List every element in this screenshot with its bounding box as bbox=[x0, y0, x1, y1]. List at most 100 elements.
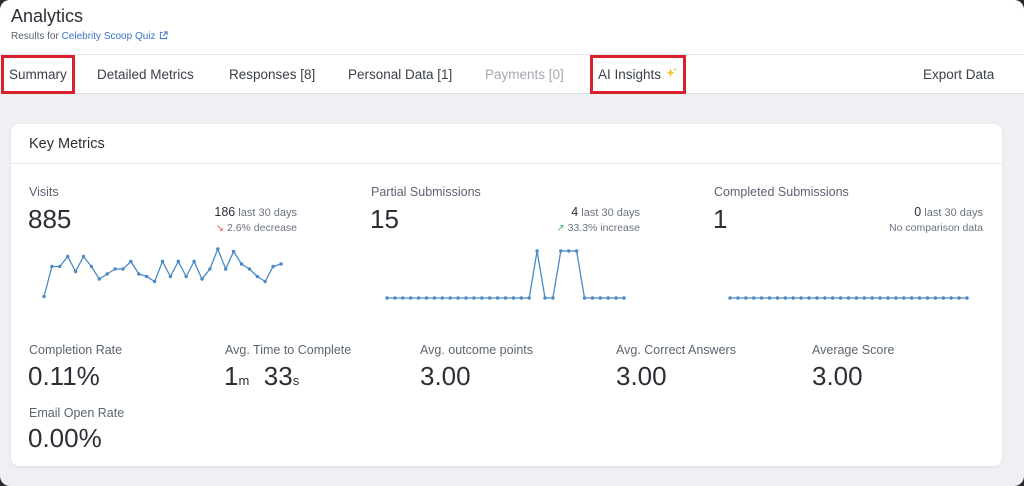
analytics-window: Analytics Results for Celebrity Scoop Qu… bbox=[0, 0, 1024, 486]
completed-comparison: 0 last 30 days bbox=[914, 205, 983, 219]
partial-sparkline-point bbox=[448, 296, 452, 300]
avg-time-value: 1m 33s bbox=[224, 361, 299, 392]
completed-sparkline-point bbox=[886, 296, 890, 300]
partial-sparkline-point bbox=[393, 296, 397, 300]
trend-up-icon: ↗ bbox=[556, 223, 565, 234]
visits-sparkline-point bbox=[42, 294, 46, 299]
visits-period: last 30 days bbox=[238, 207, 297, 219]
completed-sparkline-point bbox=[965, 296, 969, 300]
completed-sparkline-point bbox=[823, 296, 827, 300]
completed-count: 0 bbox=[914, 205, 922, 219]
avg-time-minutes-unit: m bbox=[238, 373, 250, 388]
visits-sparkline-point bbox=[168, 274, 173, 279]
visits-sparkline-point bbox=[192, 259, 196, 264]
completed-change: No comparison data bbox=[889, 222, 983, 234]
completed-sparkline-point bbox=[791, 296, 795, 300]
visits-sparkline-point bbox=[105, 272, 109, 276]
completed-sparkline-point bbox=[925, 296, 930, 300]
partial-sparkline-point bbox=[456, 296, 460, 300]
visits-sparkline-point bbox=[279, 262, 283, 266]
partial-label: Partial Submissions bbox=[371, 185, 481, 199]
partial-sparkline-point bbox=[440, 296, 444, 300]
visits-comparison: 186 last 30 days bbox=[214, 205, 297, 219]
visits-sparkline-point bbox=[145, 274, 149, 279]
tab-payments[interactable]: Payments [0] bbox=[485, 55, 564, 94]
partial-sparkline-line bbox=[387, 250, 624, 299]
partial-sparkline-point bbox=[519, 296, 523, 300]
visits-sparkline-point bbox=[113, 267, 117, 271]
visits-sparkline bbox=[42, 247, 283, 299]
completed-sparkline-point bbox=[744, 296, 748, 300]
partial-period: last 30 days bbox=[581, 207, 640, 219]
visits-change: ↘ 2.6% decrease bbox=[216, 222, 297, 234]
key-metrics-header: Key Metrics bbox=[11, 124, 1002, 164]
partial-sparkline-point bbox=[432, 296, 437, 300]
completed-sparkline-point bbox=[862, 296, 866, 300]
visits-sparkline-point bbox=[247, 267, 252, 271]
visits-sparkline-point bbox=[89, 264, 94, 269]
tab-bar: Summary Detailed Metrics Responses [8] P… bbox=[0, 54, 1024, 94]
avg-time-seconds: 33 bbox=[263, 361, 293, 391]
completed-sparkline-point bbox=[783, 296, 787, 300]
quiz-link[interactable]: Celebrity Scoop Quiz bbox=[62, 31, 168, 42]
tab-export-data-label: Export Data bbox=[923, 67, 995, 82]
tab-ai-insights[interactable]: AI Insights bbox=[590, 55, 687, 94]
partial-sparkline-point bbox=[480, 296, 484, 300]
avg-time-seconds-unit: s bbox=[292, 373, 300, 388]
page-header: Analytics Results for Celebrity Scoop Qu… bbox=[0, 0, 1024, 54]
partial-sparkline-point bbox=[598, 296, 602, 300]
completed-sparkline-point bbox=[728, 296, 732, 300]
visits-sparkline-point bbox=[58, 264, 62, 269]
tab-payments-label: Payments [0] bbox=[485, 67, 564, 82]
partial-sparkline-point bbox=[385, 296, 389, 300]
tab-responses[interactable]: Responses [8] bbox=[229, 55, 315, 94]
partial-sparkline bbox=[385, 249, 626, 300]
page-title: Analytics bbox=[11, 6, 84, 26]
completed-sparkline-point bbox=[799, 296, 803, 300]
visits-change-text: 2.6% decrease bbox=[226, 222, 297, 234]
completed-sparkline-point bbox=[870, 296, 874, 300]
partial-sparkline-point bbox=[606, 296, 610, 300]
completed-sparkline-point bbox=[878, 296, 882, 300]
completed-sparkline-point bbox=[941, 296, 945, 300]
completed-sparkline-point bbox=[854, 296, 859, 300]
visits-sparkline-point bbox=[255, 274, 259, 279]
avg-time-minutes: 1 bbox=[224, 361, 239, 391]
partial-sparkline-point bbox=[567, 249, 571, 253]
partial-sparkline-point bbox=[543, 296, 547, 300]
completed-sparkline-point bbox=[917, 296, 922, 300]
partial-sparkline-point bbox=[503, 296, 508, 300]
visits-sparkline-point bbox=[208, 267, 212, 271]
subtitle-prefix: Results for bbox=[11, 31, 59, 42]
visits-sparkline-point bbox=[176, 259, 180, 264]
partial-comparison: 4 last 30 days bbox=[571, 205, 640, 219]
visits-label: Visits bbox=[29, 185, 59, 199]
avg-time-label: Avg. Time to Complete bbox=[225, 343, 352, 357]
visits-sparkline-point bbox=[129, 259, 133, 264]
tab-responses-label: Responses [8] bbox=[229, 67, 316, 82]
tab-summary[interactable]: Summary bbox=[1, 55, 75, 94]
avg-score-label: Average Score bbox=[812, 343, 895, 357]
visits-sparkline-point bbox=[160, 259, 165, 264]
completed-sparkline-point bbox=[815, 296, 819, 300]
completed-sparkline-point bbox=[933, 296, 938, 300]
completed-sparkline-point bbox=[846, 296, 851, 300]
completion-rate-value: 0.11% bbox=[28, 361, 100, 391]
completed-sparkline bbox=[728, 296, 969, 300]
visits-sparkline-point bbox=[73, 269, 78, 274]
partial-sparkline-point bbox=[590, 296, 595, 300]
tab-export-data[interactable]: Export Data bbox=[923, 55, 994, 94]
trend-down-icon: ↘ bbox=[215, 223, 225, 234]
partial-sparkline-point bbox=[488, 296, 492, 300]
partial-change-text: 33.3% increase bbox=[567, 222, 640, 234]
partial-sparkline-point bbox=[409, 296, 413, 300]
tab-personal-data[interactable]: Personal Data [1] bbox=[348, 55, 452, 94]
partial-value: 15 bbox=[370, 204, 399, 234]
completed-sparkline-point bbox=[838, 296, 843, 300]
tab-ai-insights-label: AI Insights bbox=[598, 67, 662, 82]
partial-sparkline-point bbox=[527, 296, 531, 300]
tab-personal-data-label: Personal Data [1] bbox=[348, 67, 453, 82]
visits-sparkline-point bbox=[97, 277, 101, 281]
visits-sparkline-point bbox=[239, 262, 244, 266]
tab-detailed-metrics[interactable]: Detailed Metrics bbox=[97, 55, 194, 94]
